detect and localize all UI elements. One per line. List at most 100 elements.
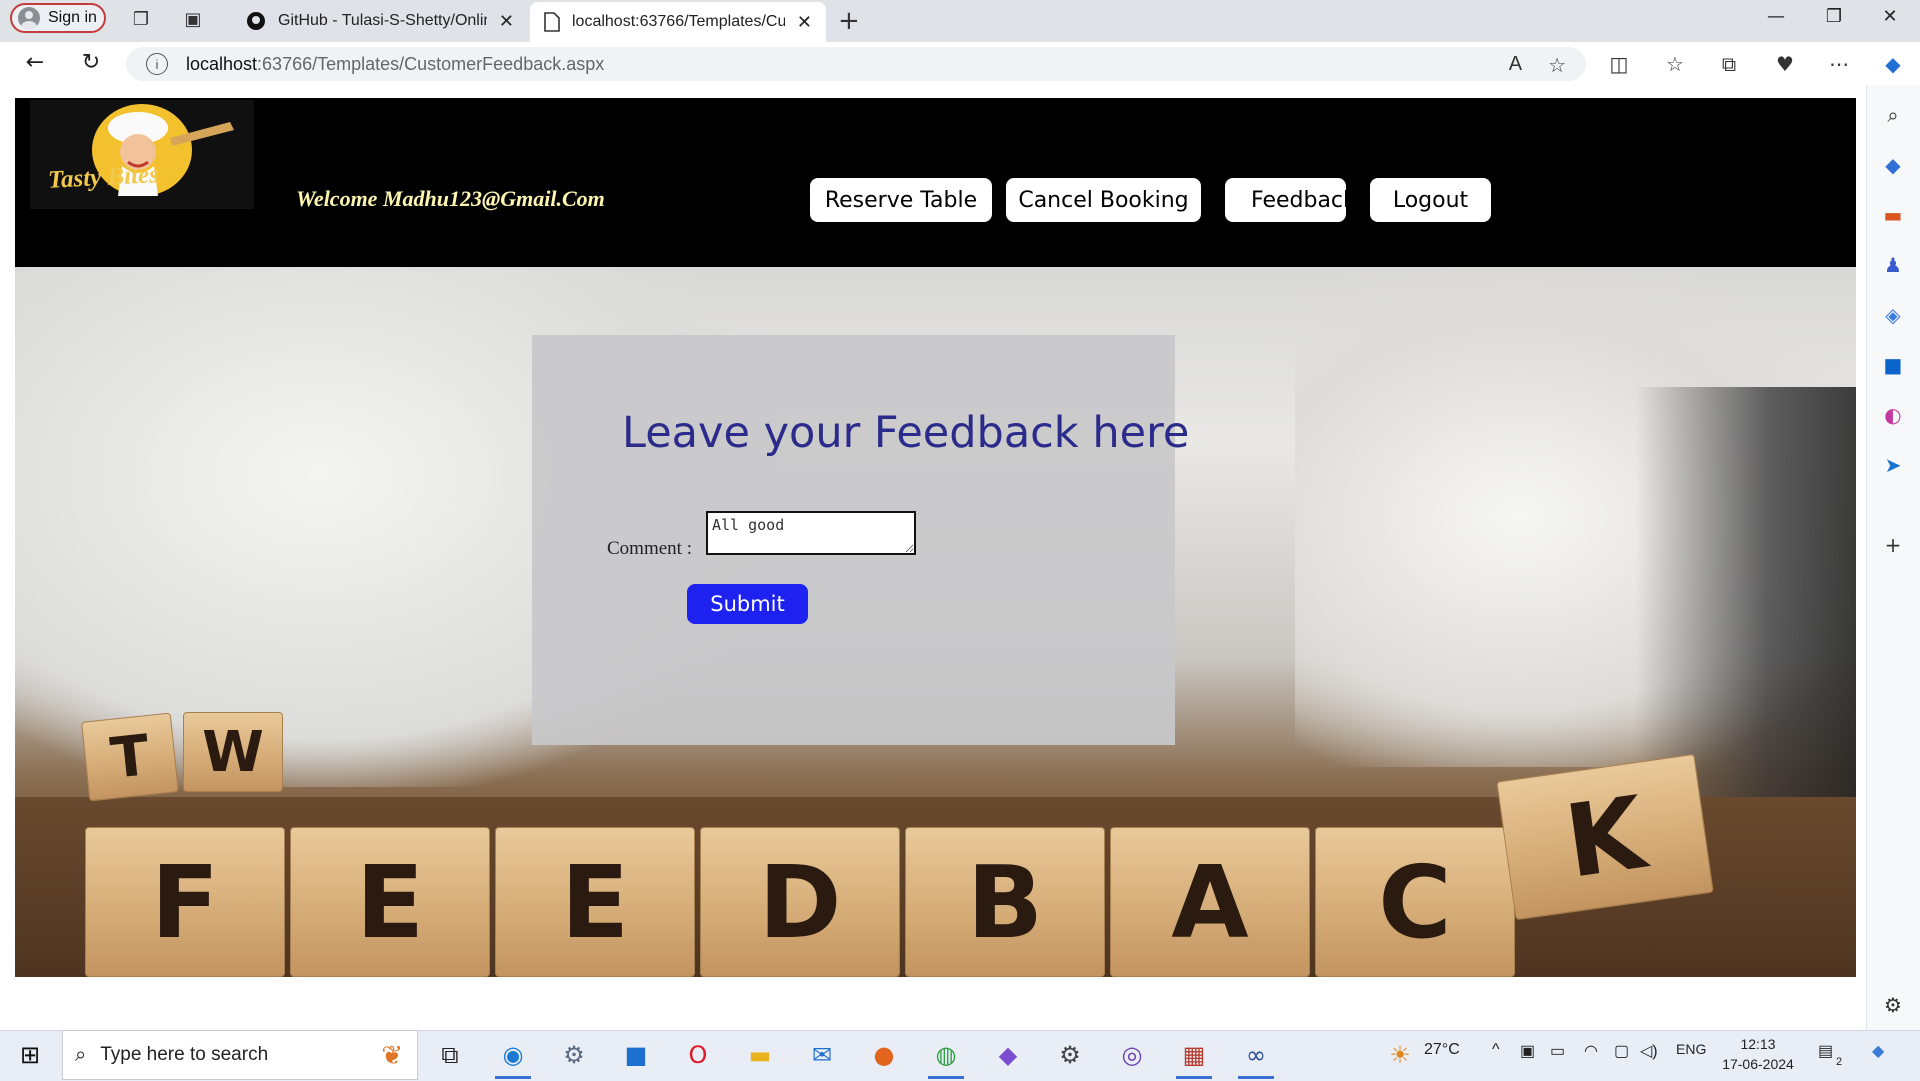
store-icon[interactable]: ■ bbox=[618, 1038, 654, 1072]
active-app-indicator bbox=[928, 1076, 964, 1079]
wooden-block: K bbox=[1496, 753, 1714, 921]
shopping-tag-icon[interactable]: ◆ bbox=[1878, 150, 1908, 180]
search-icon[interactable]: ⌕ bbox=[1878, 100, 1908, 130]
cancel-booking-button[interactable]: Cancel Booking bbox=[1006, 178, 1201, 222]
settings-icon[interactable]: ⚙ bbox=[1052, 1038, 1088, 1072]
windows-start-icon[interactable]: ⊞ bbox=[12, 1038, 48, 1072]
close-window-icon[interactable]: ✕ bbox=[1870, 6, 1910, 27]
back-icon[interactable]: ← bbox=[18, 50, 52, 80]
language-indicator[interactable]: ENG bbox=[1676, 1041, 1706, 1057]
tab-github[interactable]: GitHub - Tulasi-S-Shetty/Online- ✕ bbox=[232, 2, 528, 40]
site-logo[interactable]: Tasty Bites bbox=[30, 100, 254, 209]
copilot-taskbar-icon[interactable]: ◆ bbox=[1872, 1041, 1884, 1061]
opera-icon[interactable]: O bbox=[680, 1038, 716, 1072]
form-title: Leave your Feedback here bbox=[622, 408, 1190, 458]
wooden-block: A bbox=[1110, 827, 1310, 977]
taskbar-search-box[interactable]: ⌕ Type here to search ❦ bbox=[62, 1030, 418, 1080]
chrome-icon[interactable]: ◍ bbox=[928, 1038, 964, 1072]
wooden-block: W bbox=[183, 712, 283, 792]
active-app-indicator bbox=[1238, 1076, 1274, 1079]
butterfly-icon: ❦ bbox=[381, 1039, 403, 1070]
reserve-table-button[interactable]: Reserve Table bbox=[810, 178, 992, 222]
tab-title: GitHub - Tulasi-S-Shetty/Online- bbox=[278, 12, 487, 29]
close-tab-icon[interactable]: ✕ bbox=[499, 11, 514, 32]
sign-in-label: Sign in bbox=[48, 9, 97, 26]
more-options-icon[interactable]: ⋯ bbox=[1824, 52, 1854, 76]
sign-in-button[interactable]: Sign in bbox=[10, 3, 106, 33]
new-tab-icon[interactable]: + bbox=[838, 6, 860, 36]
volume-icon[interactable]: ◁) bbox=[1640, 1041, 1658, 1061]
wifi-icon[interactable]: ◠ bbox=[1584, 1041, 1598, 1061]
weather-icon[interactable]: ☀ bbox=[1382, 1038, 1418, 1072]
github-icon bbox=[247, 12, 265, 30]
task-view-icon[interactable]: ⧉ bbox=[432, 1038, 468, 1072]
github-desktop-icon[interactable]: ◎ bbox=[1114, 1038, 1150, 1072]
clock-time: 12:13 bbox=[1740, 1036, 1776, 1052]
avatar-icon bbox=[18, 7, 40, 29]
firefox-icon[interactable]: ● bbox=[866, 1038, 902, 1072]
notification-count: 2 bbox=[1836, 1056, 1843, 1068]
split-screen-icon[interactable]: ◫ bbox=[1604, 52, 1634, 76]
copilot-icon[interactable]: ◆ bbox=[1878, 52, 1908, 76]
wooden-block: E bbox=[290, 827, 490, 977]
battery-icon[interactable]: ▭ bbox=[1550, 1041, 1565, 1061]
wooden-block: C bbox=[1315, 827, 1515, 977]
edge-taskbar-icon[interactable]: ◉ bbox=[495, 1038, 531, 1072]
workspaces-icon[interactable]: ❐ bbox=[128, 6, 154, 32]
collections-icon[interactable]: ⧉ bbox=[1714, 52, 1744, 76]
active-app-indicator bbox=[495, 1076, 531, 1079]
notifications-icon[interactable]: ▤ bbox=[1818, 1041, 1833, 1061]
read-aloud-icon[interactable]: A bbox=[1509, 53, 1522, 78]
file-explorer-icon[interactable]: ▬ bbox=[742, 1038, 778, 1072]
tools-icon[interactable]: ▬ bbox=[1878, 200, 1908, 230]
browser-essentials-icon[interactable]: ♥ bbox=[1770, 52, 1800, 76]
comment-textarea[interactable] bbox=[706, 511, 916, 555]
restore-icon[interactable]: ❐ bbox=[1814, 6, 1854, 27]
site-info-icon[interactable]: i bbox=[146, 53, 168, 75]
clock[interactable]: 12:13 17-06-2024 bbox=[1718, 1034, 1798, 1074]
tray-app-icon[interactable]: ▣ bbox=[1520, 1041, 1535, 1061]
winrar-icon[interactable]: ▦ bbox=[1176, 1038, 1212, 1072]
feedback-button[interactable]: Feedback bbox=[1225, 178, 1346, 222]
welcome-message: Welcome Madhu123@Gmail.Com bbox=[296, 186, 605, 211]
wooden-block: T bbox=[81, 712, 179, 802]
submit-button[interactable]: Submit bbox=[687, 584, 808, 624]
active-app-indicator bbox=[1176, 1076, 1212, 1079]
copilot-app-icon[interactable]: ◈ bbox=[1878, 300, 1908, 330]
clock-date: 17-06-2024 bbox=[1722, 1056, 1794, 1072]
wooden-block: F bbox=[85, 827, 285, 977]
send-icon[interactable]: ➤ bbox=[1878, 450, 1908, 480]
address-bar[interactable]: i localhost:63766/Templates/CustomerFeed… bbox=[126, 47, 1586, 81]
logo-text: Tasty Bites bbox=[47, 161, 160, 194]
favorite-star-icon[interactable]: ☆ bbox=[1548, 53, 1566, 78]
wooden-block: D bbox=[700, 827, 900, 977]
search-icon: ⌕ bbox=[75, 1043, 87, 1066]
minimize-icon[interactable]: — bbox=[1756, 6, 1796, 27]
sidebar-settings-icon[interactable]: ⚙ bbox=[1878, 990, 1908, 1020]
outlook-icon[interactable]: ■ bbox=[1878, 350, 1908, 380]
add-sidebar-app-icon[interactable]: + bbox=[1878, 530, 1908, 560]
logout-button[interactable]: Logout bbox=[1370, 178, 1491, 222]
close-tab-icon[interactable]: ✕ bbox=[797, 12, 812, 33]
tab-title: localhost:63766/Templates/Custo bbox=[572, 13, 785, 30]
wooden-block: B bbox=[905, 827, 1105, 977]
refresh-icon[interactable]: ↻ bbox=[74, 50, 108, 80]
background-shadow bbox=[1635, 387, 1856, 807]
show-hidden-icons[interactable]: ^ bbox=[1492, 1041, 1500, 1059]
wooden-block: E bbox=[495, 827, 695, 977]
weather-temperature[interactable]: 27°C bbox=[1424, 1041, 1460, 1059]
mail-icon[interactable]: ✉ bbox=[804, 1038, 840, 1072]
search-placeholder: Type here to search bbox=[100, 1044, 269, 1065]
tab-customer-feedback[interactable]: localhost:63766/Templates/Custo ✕ bbox=[530, 2, 826, 42]
network-tool-icon[interactable]: ⚙ bbox=[556, 1038, 592, 1072]
display-icon[interactable]: ▢ bbox=[1614, 1041, 1629, 1061]
games-icon[interactable]: ♟ bbox=[1878, 250, 1908, 280]
url-path: :63766/Templates/CustomerFeedback.aspx bbox=[257, 53, 605, 74]
visual-studio-icon[interactable]: ◆ bbox=[990, 1038, 1026, 1072]
tab-actions-icon[interactable]: ▣ bbox=[180, 6, 206, 32]
designer-icon[interactable]: ◐ bbox=[1878, 400, 1908, 430]
comment-label: Comment : bbox=[607, 538, 692, 559]
url-host: localhost bbox=[186, 53, 258, 74]
favorites-icon[interactable]: ☆ bbox=[1660, 52, 1690, 76]
link-app-icon[interactable]: ∞ bbox=[1238, 1038, 1274, 1072]
